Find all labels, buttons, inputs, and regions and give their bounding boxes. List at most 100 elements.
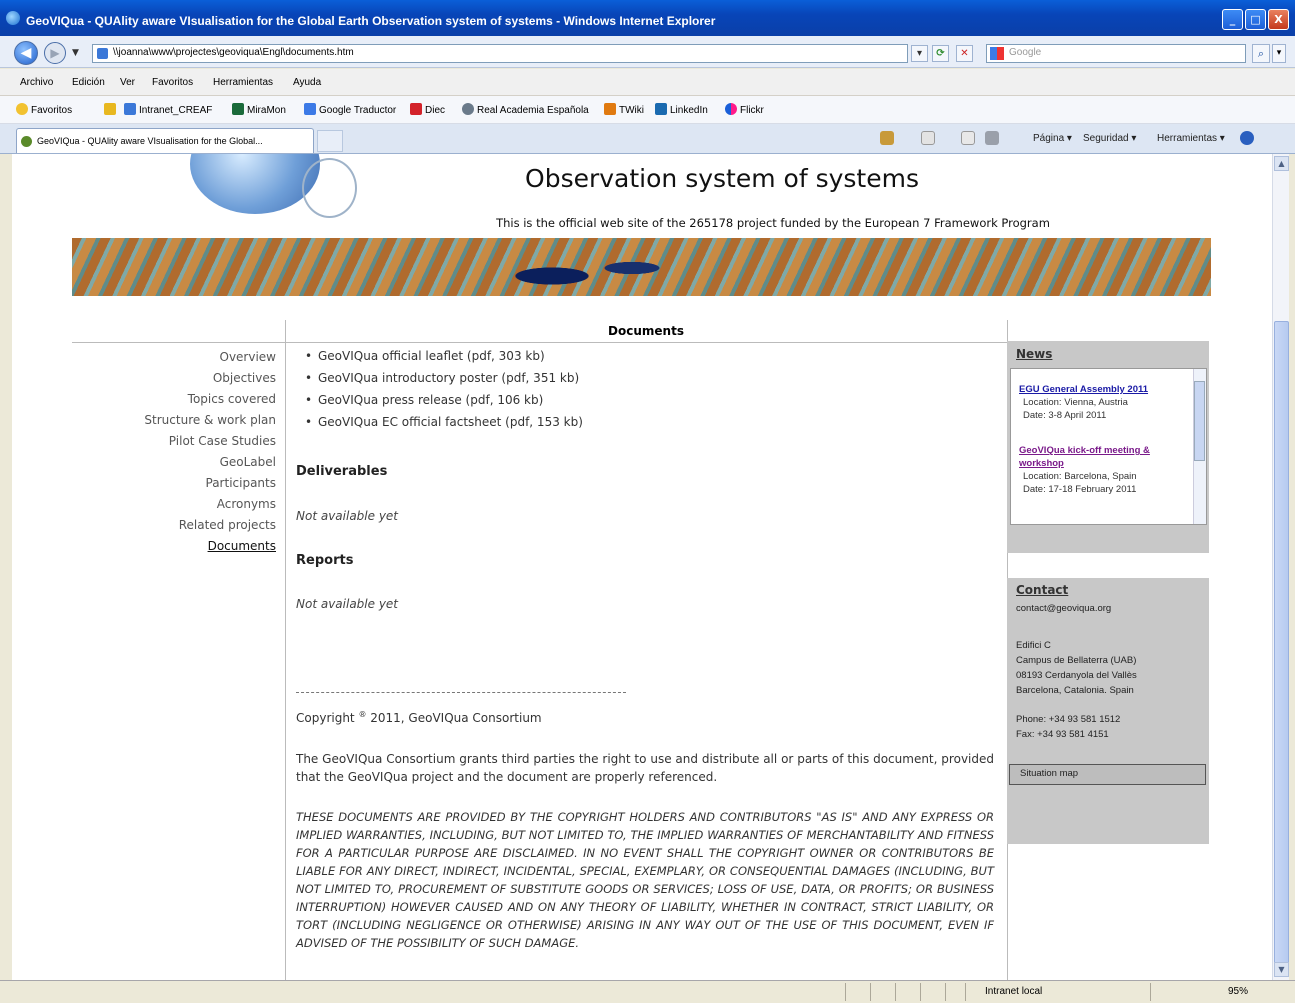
scroll-up-icon[interactable]: ▲ xyxy=(1274,156,1289,171)
page-icon xyxy=(97,48,108,59)
forward-button[interactable]: ▶ xyxy=(44,42,66,64)
tab-geoviqua[interactable]: GeoVIQua - QUAlity aware VIsualisation f… xyxy=(16,128,314,153)
divider xyxy=(285,320,286,980)
license-grant-text: The GeoVIQua Consortium grants third par… xyxy=(296,752,994,784)
menu-edicion[interactable]: Edición xyxy=(72,77,105,88)
back-button[interactable]: ◀ xyxy=(14,41,38,65)
news-link[interactable]: GeoVIQua kick-off meeting & workshop xyxy=(1019,444,1191,470)
nav-overview[interactable]: Overview xyxy=(72,347,277,368)
fav-linkedin[interactable]: LinkedIn xyxy=(655,103,708,116)
search-icon[interactable]: ⌕ xyxy=(1252,44,1270,63)
history-dropdown-icon[interactable]: ▼ xyxy=(72,48,79,58)
nav-objectives[interactable]: Objectives xyxy=(72,368,276,389)
miramon-icon xyxy=(232,103,244,115)
document-link[interactable]: GeoVIQua EC official factsheet (pdf, 153… xyxy=(296,412,996,434)
contact-email[interactable]: contact@geoviqua.org xyxy=(1016,603,1111,614)
fav-diec[interactable]: Diec xyxy=(410,103,445,116)
news-scroll-thumb[interactable] xyxy=(1194,381,1205,461)
geoviqua-globe-logo xyxy=(190,154,320,214)
ie-logo-icon xyxy=(6,11,20,25)
scroll-thumb[interactable] xyxy=(1274,321,1289,964)
favorites-button[interactable]: Favoritos xyxy=(16,103,72,116)
refresh-icon[interactable]: ⟳ xyxy=(932,45,949,62)
news-link[interactable]: EGU General Assembly 2011 xyxy=(1019,383,1191,396)
contact-title[interactable]: Contact xyxy=(1016,583,1068,597)
security-menu[interactable]: Seguridad ▾ xyxy=(1083,133,1136,144)
status-divider xyxy=(945,983,946,1001)
mail-icon[interactable] xyxy=(961,131,975,145)
document-link[interactable]: GeoVIQua press release (pdf, 106 kb) xyxy=(296,390,996,412)
nav-pilot-case-studies[interactable]: Pilot Case Studies xyxy=(72,431,276,452)
contact-phone: Phone: +34 93 581 1512 xyxy=(1016,714,1121,725)
nav-acronyms[interactable]: Acronyms xyxy=(72,494,276,515)
fav-miramon[interactable]: MiraMon xyxy=(232,103,286,116)
left-navigation: Overview Objectives Topics covered Struc… xyxy=(72,347,276,557)
diec-icon xyxy=(410,103,422,115)
feeds-icon[interactable] xyxy=(921,131,935,145)
fav-label: Google Traductor xyxy=(319,105,397,116)
menu-herramientas[interactable]: Herramientas xyxy=(213,77,273,88)
news-scroll-box[interactable]: EGU General Assembly 2011 Location: Vien… xyxy=(1010,368,1207,525)
tab-favicon-icon xyxy=(21,136,32,147)
menu-favoritos[interactable]: Favoritos xyxy=(152,77,193,88)
search-options-icon[interactable]: ▾ xyxy=(1272,44,1286,63)
favorites-bar: Favoritos Intranet_CREAF MiraMon Google … xyxy=(0,96,1295,124)
fav-label: Intranet_CREAF xyxy=(139,105,213,116)
nav-structure-work-plan[interactable]: Structure & work plan xyxy=(72,410,276,431)
page-scrollbar[interactable]: ▲ ▼ xyxy=(1272,154,1289,980)
deliverables-status: Not available yet xyxy=(296,509,399,523)
page-menu[interactable]: Página ▾ xyxy=(1033,133,1072,144)
tools-menu[interactable]: Herramientas ▾ xyxy=(1157,133,1225,144)
search-input[interactable]: Google xyxy=(986,44,1246,63)
address-input[interactable]: \\joanna\www\projectes\geoviqua\Engl\doc… xyxy=(92,44,908,63)
reports-heading: Reports xyxy=(296,553,354,568)
menu-archivo[interactable]: Archivo xyxy=(20,77,53,88)
content-heading: Documents xyxy=(608,324,684,338)
add-favorite-icon[interactable] xyxy=(104,103,119,116)
close-button[interactable]: X xyxy=(1268,9,1289,30)
rae-icon xyxy=(462,103,474,115)
contact-fax: Fax: +34 93 581 4151 xyxy=(1016,729,1109,740)
copyright-pre: Copyright xyxy=(296,711,359,725)
print-icon[interactable] xyxy=(985,131,999,145)
news-title[interactable]: News xyxy=(1016,347,1052,361)
fav-label: Real Academia Española xyxy=(477,105,589,116)
nav-geolabel[interactable]: GeoLabel xyxy=(72,452,276,473)
home-icon[interactable] xyxy=(880,131,894,145)
twiki-icon xyxy=(604,103,616,115)
linkedin-icon xyxy=(655,103,667,115)
nav-documents[interactable]: Documents xyxy=(72,536,276,557)
fav-label: Flickr xyxy=(740,105,764,116)
footer-rule xyxy=(296,692,626,693)
address-line: 08193 Cerdanyola del Vallès xyxy=(1016,670,1137,681)
menu-ayuda[interactable]: Ayuda xyxy=(293,77,321,88)
disclaimer-text: THESE DOCUMENTS ARE PROVIDED BY THE COPY… xyxy=(296,810,994,950)
address-dropdown-icon[interactable]: ▾ xyxy=(911,45,928,62)
new-tab-button[interactable] xyxy=(317,130,343,152)
nav-related-projects[interactable]: Related projects xyxy=(72,515,276,536)
news-scrollbar[interactable] xyxy=(1193,369,1206,524)
status-divider xyxy=(870,983,871,1001)
nav-participants[interactable]: Participants xyxy=(72,473,277,494)
fav-intranet-creaf[interactable]: Intranet_CREAF xyxy=(124,103,212,116)
minimize-button[interactable]: _ xyxy=(1222,9,1243,30)
help-icon[interactable] xyxy=(1240,131,1254,145)
menu-ver[interactable]: Ver xyxy=(120,77,135,88)
scroll-down-icon[interactable]: ▼ xyxy=(1274,962,1289,977)
document-link[interactable]: GeoVIQua introductory poster (pdf, 351 k… xyxy=(296,368,996,390)
add-star-icon xyxy=(104,103,116,115)
stop-icon[interactable]: ✕ xyxy=(956,45,973,62)
fav-rae[interactable]: Real Academia Española xyxy=(462,103,589,116)
tab-label: GeoVIQua - QUAlity aware VIsualisation f… xyxy=(37,136,263,146)
status-divider xyxy=(845,983,846,1001)
situation-map-button[interactable]: Situation map xyxy=(1009,764,1206,785)
nav-topics-covered[interactable]: Topics covered xyxy=(72,389,276,410)
maximize-button[interactable]: □ xyxy=(1245,9,1266,30)
fav-google-traductor[interactable]: Google Traductor xyxy=(304,103,396,116)
document-link[interactable]: GeoVIQua official leaflet (pdf, 303 kb) xyxy=(296,346,996,368)
zoom-level[interactable]: 95% xyxy=(1228,986,1248,997)
fav-twiki[interactable]: TWiki xyxy=(604,103,644,116)
status-divider xyxy=(920,983,921,1001)
fav-flickr[interactable]: Flickr xyxy=(725,103,764,116)
reports-status: Not available yet xyxy=(296,597,399,611)
